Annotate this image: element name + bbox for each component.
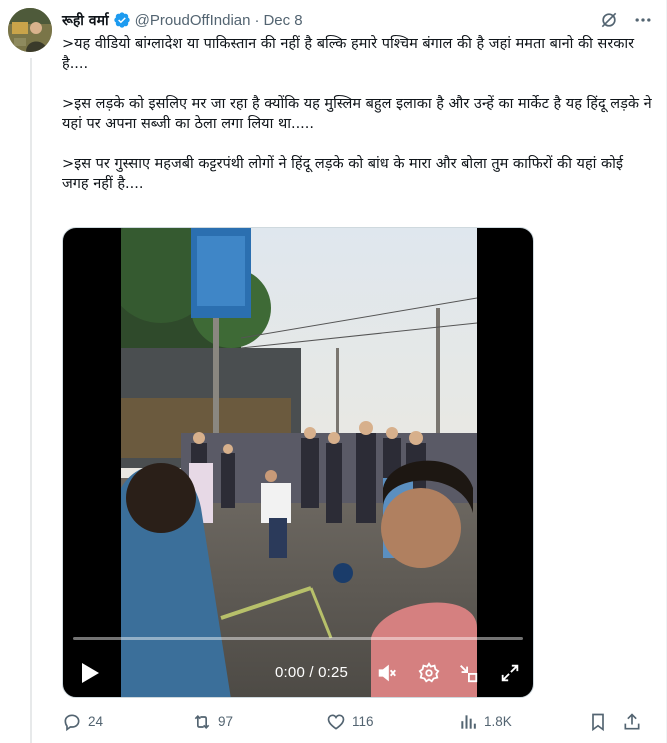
tweet-paragraph: >यह वीडियो बांग्लादेश या पाकिस्तान की नह… xyxy=(62,36,635,72)
bookmark-button[interactable] xyxy=(588,712,614,732)
play-icon[interactable] xyxy=(79,661,101,685)
verified-badge-icon xyxy=(113,11,131,29)
views-button[interactable]: 1.8K xyxy=(458,712,512,732)
tweet-header: रूही वर्मा @ProudOffIndian · Dec 8 xyxy=(62,9,653,31)
share-button[interactable] xyxy=(622,712,648,732)
like-button[interactable]: 116 xyxy=(326,712,374,732)
separator-dot: · xyxy=(254,11,260,29)
volume-icon[interactable] xyxy=(376,662,398,684)
thread-line xyxy=(30,58,32,743)
author-name[interactable]: रूही वर्मा xyxy=(62,11,109,30)
avatar[interactable] xyxy=(8,8,52,52)
video-controls: 0:00 / 0:25 xyxy=(63,627,533,697)
video-player[interactable]: 0:00 / 0:25 xyxy=(62,227,534,698)
video-time: 0:00 / 0:25 xyxy=(275,664,349,681)
share-icon xyxy=(624,713,640,730)
more-icon[interactable] xyxy=(633,10,653,30)
repost-count: 97 xyxy=(218,714,234,729)
views-count: 1.8K xyxy=(484,714,512,729)
tweet-text: >यह वीडियो बांग्लादेश या पाकिस्तान की नह… xyxy=(62,34,652,194)
reply-button[interactable]: 24 xyxy=(62,712,103,732)
like-icon xyxy=(327,714,345,730)
tweet-actions: 24 97 116 1.8K xyxy=(62,708,652,738)
settings-icon[interactable] xyxy=(418,662,440,684)
like-count: 116 xyxy=(352,714,374,729)
fullscreen-icon[interactable] xyxy=(499,662,521,684)
video-progress-bar[interactable] xyxy=(73,637,523,640)
bookmark-icon xyxy=(592,713,604,732)
views-icon xyxy=(461,715,476,729)
minimize-icon[interactable] xyxy=(457,662,479,684)
tweet-paragraph: >इस लड़के को इसलिए मर जा रहा है क्योंकि … xyxy=(62,96,652,132)
reply-count: 24 xyxy=(88,714,104,729)
repost-icon xyxy=(194,714,210,730)
tweet-paragraph: >इस पर गुस्साए महजबी कट्टरपंथी लोगों ने … xyxy=(62,156,624,192)
repost-button[interactable]: 97 xyxy=(192,712,233,732)
tweet-date[interactable]: Dec 8 xyxy=(263,12,302,29)
reply-icon xyxy=(64,714,80,732)
author-handle[interactable]: @ProudOffIndian xyxy=(135,12,251,29)
grok-icon[interactable] xyxy=(599,10,619,30)
